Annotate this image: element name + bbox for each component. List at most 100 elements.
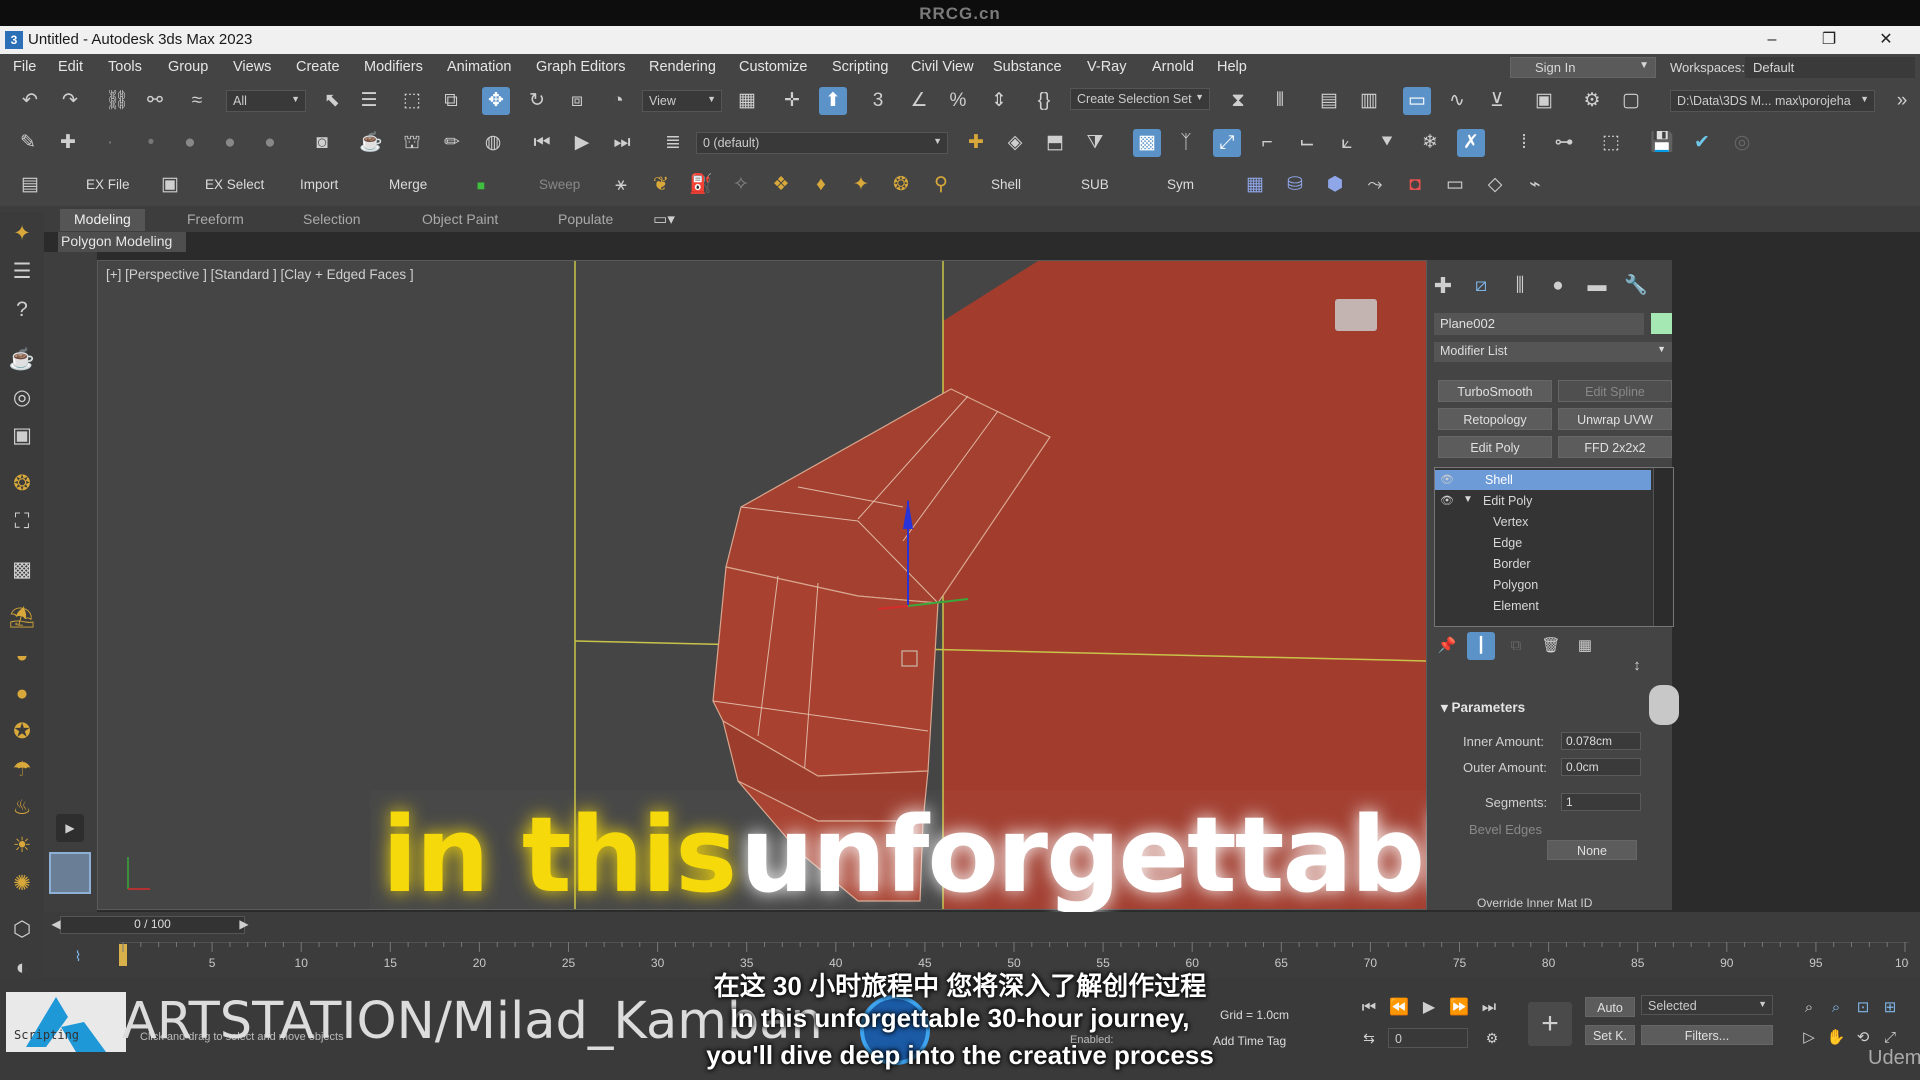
menu-customize[interactable]: Customize <box>739 59 808 75</box>
edit-poly-button[interactable]: Edit Poly <box>1438 436 1552 458</box>
slider-prev-icon[interactable]: ◀ <box>42 910 70 938</box>
geo-sphere-icon[interactable]: ✪ <box>8 718 36 746</box>
cylinder-icon[interactable]: ⛁ <box>1281 171 1309 199</box>
modifier-list-dropdown[interactable]: Modifier List ▼ <box>1434 342 1672 362</box>
link-icon[interactable]: ⛓ <box>103 87 131 115</box>
stack-item-border[interactable]: Border <box>1435 554 1651 574</box>
menu-scripting[interactable]: Scripting <box>832 59 888 75</box>
bevel-spline-button[interactable]: None <box>1547 840 1637 860</box>
pivot-center-icon[interactable]: ▦ <box>733 87 761 115</box>
close-button[interactable]: ✕ <box>1866 28 1906 52</box>
mirror-icon[interactable]: ⧗ <box>1224 87 1252 115</box>
dotted-square-icon[interactable]: ⬚ <box>1597 129 1625 157</box>
connect-icon[interactable]: ⤢ <box>1213 129 1241 157</box>
diamond-icon[interactable]: ◇ <box>1481 171 1509 199</box>
menu-graph-editors[interactable]: Graph Editors <box>536 59 625 75</box>
menu-civil-view[interactable]: Civil View <box>911 59 974 75</box>
stack-item-polygon[interactable]: Polygon <box>1435 575 1651 595</box>
sphere-icon[interactable]: ● <box>176 129 204 157</box>
modifier-icon[interactable]: ⚹ <box>607 171 635 199</box>
sign-in-dropdown[interactable]: Sign In ▼ <box>1510 57 1656 78</box>
save-icon[interactable]: ▤ <box>16 171 44 199</box>
menu-group[interactable]: Group <box>168 59 208 75</box>
chevron-right-icon[interactable]: » <box>1888 87 1916 115</box>
hierarchy-tab-icon[interactable]: ⫼ <box>1506 272 1534 300</box>
retopology-button[interactable]: Retopology <box>1438 408 1552 430</box>
noise-icon[interactable]: ✧ <box>727 171 755 199</box>
menu-vray[interactable]: V-Ray <box>1087 59 1127 75</box>
render-setup-icon[interactable]: ⚙ <box>1578 87 1606 115</box>
taper-icon[interactable]: ⛽ <box>687 171 715 199</box>
viewcube-icon[interactable] <box>1335 299 1377 331</box>
dot-icon[interactable]: · <box>96 129 124 157</box>
frame-icon[interactable]: ▭ <box>1441 171 1469 199</box>
tab-object-paint[interactable]: Object Paint <box>408 209 512 231</box>
modifier-stack[interactable]: 👁 Shell 👁 ▼ Edit Poly Vertex Edge Border Po… <box>1434 467 1674 627</box>
shape-icon[interactable]: ❂ <box>887 171 915 199</box>
ribbon-toggle-icon[interactable]: ▭ <box>1403 87 1431 115</box>
curve-editor-icon[interactable]: ∿ <box>1443 87 1471 115</box>
sweep-button[interactable]: Sweep <box>539 177 580 192</box>
stack-item-vertex[interactable]: Vertex <box>1435 512 1651 532</box>
check-circle-icon[interactable]: ✔ <box>1688 129 1716 157</box>
window-crossing-icon[interactable]: ⧉ <box>437 87 465 115</box>
override-inner-mat-label[interactable]: Override Inner Mat ID <box>1477 896 1592 910</box>
viewport-thumbnail[interactable] <box>49 852 91 894</box>
create-tab-icon[interactable]: ✚ <box>1429 272 1457 300</box>
schematic-view-icon[interactable]: ⊻ <box>1483 87 1511 115</box>
layers-icon[interactable]: ◈ <box>1001 129 1029 157</box>
edit-spline-button[interactable]: Edit Spline <box>1558 380 1672 402</box>
dot-icon[interactable]: • <box>137 129 165 157</box>
outer-amount-spinner[interactable]: 0.0cm <box>1561 758 1641 776</box>
expand-icon[interactable]: ▼ <box>1463 494 1473 505</box>
object-color-swatch[interactable] <box>1651 313 1672 334</box>
workspace-dropdown[interactable]: Default <box>1745 57 1915 78</box>
cut-icon[interactable]: ⟀ <box>1333 129 1361 157</box>
layer-manager-icon[interactable]: ≣ <box>659 129 687 157</box>
play-small-icon[interactable]: ▶ <box>56 814 84 842</box>
polygon-modeling-panel[interactable]: Polygon Modeling <box>58 232 186 252</box>
bridge-icon[interactable]: ⌙ <box>1293 129 1321 157</box>
brush-icon[interactable]: ✎ <box>14 129 42 157</box>
stack-scrollbar[interactable] <box>1653 468 1673 626</box>
lamp-icon[interactable]: ⛱ <box>8 604 36 632</box>
parameters-rollout[interactable]: ▾ Parameters <box>1441 700 1525 716</box>
move-icon[interactable]: ✥ <box>482 87 510 115</box>
render-icon[interactable]: ⛶ <box>8 508 36 536</box>
undo-icon[interactable]: ↶ <box>16 87 44 115</box>
save-disk-icon[interactable]: 💾 <box>1648 129 1676 157</box>
stack-item-element[interactable]: Element <box>1435 596 1651 616</box>
box-icon[interactable]: ▣ <box>8 422 36 450</box>
stack-item-edit-poly[interactable]: 👁 ▼ Edit Poly <box>1435 491 1651 511</box>
tab-freeform[interactable]: Freeform <box>173 209 258 231</box>
tab-modeling[interactable]: Modeling <box>60 209 145 231</box>
pencil-icon[interactable]: ✏ <box>438 129 466 157</box>
teapot-icon[interactable]: ☕ <box>357 129 385 157</box>
scene-explorer-icon[interactable]: ▤ <box>1315 87 1343 115</box>
ex-select-button[interactable]: EX Select <box>205 177 264 192</box>
symmetry-icon[interactable]: ✗ <box>1457 129 1485 157</box>
ex-file-button[interactable]: EX File <box>86 177 130 192</box>
select-by-name-icon[interactable]: ☰ <box>355 87 383 115</box>
globe-icon[interactable]: ◍ <box>479 129 507 157</box>
tab-selection[interactable]: Selection <box>289 209 375 231</box>
shell-button[interactable]: Shell <box>991 177 1021 192</box>
sphere-icon[interactable]: ● <box>8 680 36 708</box>
play-back-icon[interactable]: ⏮ <box>528 129 556 157</box>
menu-tools[interactable]: Tools <box>108 59 142 75</box>
ribbon-options-icon[interactable]: ▭▾ <box>650 206 678 234</box>
floppy-icon[interactable]: ▣ <box>156 171 184 199</box>
viewport-label[interactable]: [+] [Perspective ] [Standard ] [Clay + E… <box>106 267 414 282</box>
circle-icon[interactable]: ◎ <box>1728 129 1756 157</box>
modify-tab-icon[interactable]: ⧄ <box>1467 272 1495 300</box>
stack-icon[interactable]: ⧩ <box>1081 129 1109 157</box>
render-frame-icon[interactable]: ▢ <box>1617 87 1645 115</box>
dome-icon[interactable]: ◒ <box>8 642 36 670</box>
angle-snap-icon[interactable]: ∠ <box>905 87 933 115</box>
sub-button[interactable]: SUB <box>1081 177 1109 192</box>
bind-space-warp-icon[interactable]: ≈ <box>183 87 211 115</box>
snaps-toggle-icon[interactable]: 3 <box>864 87 892 115</box>
snowflake-icon[interactable]: ❄ <box>1416 129 1444 157</box>
redo-icon[interactable]: ↷ <box>56 87 84 115</box>
add-layer-icon[interactable]: ✚ <box>962 129 990 157</box>
